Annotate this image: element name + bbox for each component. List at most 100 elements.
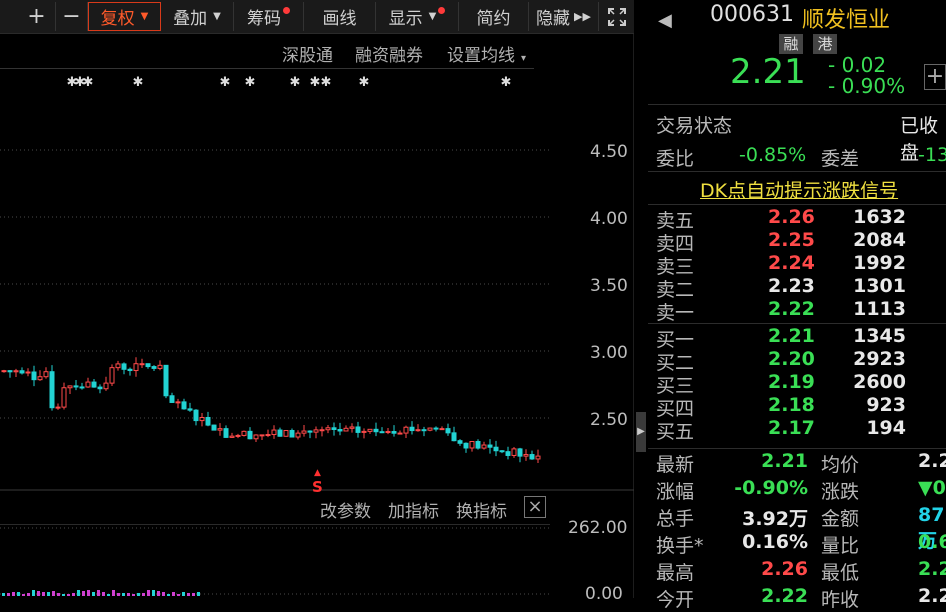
- order-book-row[interactable]: 买二 2.20 2923: [648, 348, 946, 374]
- stat-label: 昨收: [821, 589, 860, 611]
- event-marker-icon[interactable]: ✱: [220, 75, 231, 90]
- candle-body: [67, 385, 73, 389]
- stat-label: 量比: [821, 535, 860, 557]
- kline-chart-area[interactable]: 深股通 融资融券 设置均线 ▾ ✱ ✱ ✱ ✱ ✱ ✱ ✱ ✱ ✱ ✱ ✱ 4.50 4.00 3.5…: [0, 34, 646, 604]
- stat-label: 涨幅: [656, 481, 695, 503]
- add-watchlist-button[interactable]: +: [924, 64, 946, 90]
- stat-label: 涨跌: [821, 481, 860, 503]
- order-level-label: 卖一: [656, 302, 695, 324]
- stat-value: 3.92万: [742, 508, 808, 530]
- stats-table: 最新2.21均价2.2涨幅-0.90%涨跌▼0.0总手3.92万金额875万换手…: [648, 450, 946, 611]
- volume-bar: [192, 593, 195, 596]
- volume-bar: [12, 592, 15, 596]
- add-indicator-button[interactable]: 加指标: [388, 497, 439, 522]
- candle-body: [313, 429, 319, 433]
- volume-bar: [97, 590, 100, 596]
- zoom-out-button[interactable]: −: [56, 2, 88, 31]
- candle-body: [331, 427, 337, 430]
- volume-bar: [147, 590, 150, 596]
- candle-body: [451, 432, 457, 442]
- hk-connect-tag: 港: [813, 34, 837, 54]
- notification-dot-icon: [438, 7, 446, 14]
- candle-body: [259, 434, 265, 437]
- weicha-label: 委差: [821, 148, 860, 170]
- diejia-button[interactable]: 叠加 ▼: [161, 2, 234, 31]
- stat-value: 2.2: [918, 585, 946, 607]
- event-marker-icon[interactable]: ✱: [133, 75, 144, 90]
- zoom-in-button[interactable]: +: [18, 2, 56, 31]
- volume-bar: [142, 593, 145, 596]
- candle-body: [133, 363, 139, 372]
- stat-label: 总手: [656, 508, 695, 530]
- stat-label: 今开: [656, 589, 695, 611]
- volume-bar: [137, 593, 140, 596]
- edit-params-button[interactable]: 改参数: [320, 497, 371, 522]
- diejia-label: 叠加: [173, 9, 208, 29]
- notification-dot-icon: [283, 7, 290, 14]
- order-book-row[interactable]: 买三 2.19 2600: [648, 371, 946, 397]
- event-marker-icon[interactable]: ✱: [321, 75, 332, 90]
- volume-bar: [152, 590, 155, 596]
- volume-bar: [32, 590, 35, 596]
- event-marker-icon[interactable]: ✱: [310, 75, 321, 90]
- event-marker-icon[interactable]: ✱: [290, 75, 301, 90]
- order-book-row[interactable]: 买一 2.21 1345: [648, 325, 946, 351]
- order-price: 2.19: [768, 371, 815, 393]
- volume-bar: [27, 593, 30, 596]
- vol-tick-label: 0.00: [585, 584, 623, 604]
- event-marker-icon[interactable]: ✱: [245, 75, 256, 90]
- candle-body: [169, 395, 175, 403]
- last-price: 2.21: [730, 52, 806, 92]
- price-tick-label: 4.00: [590, 209, 628, 229]
- quote-panel: ◀ 000631 顺发恒业 融 港 2.21 - 0.02 - 0.90% + …: [648, 0, 946, 611]
- order-book-row[interactable]: 卖二 2.23 1301: [648, 275, 946, 301]
- trade-status-label: 交易状态: [656, 115, 733, 137]
- switch-indicator-button[interactable]: 换指标: [456, 497, 507, 522]
- order-book-row[interactable]: 卖四 2.25 2084: [648, 229, 946, 255]
- order-volume: 1113: [853, 298, 906, 320]
- order-book-row[interactable]: 卖一 2.22 1113: [648, 298, 946, 324]
- candle-body: [61, 387, 67, 408]
- event-marker-icon[interactable]: ✱: [359, 75, 370, 90]
- collapse-panel-handle[interactable]: ▶: [636, 412, 646, 452]
- candle-body: [487, 444, 493, 448]
- candle-body: [127, 368, 133, 372]
- order-volume: 2923: [853, 348, 906, 370]
- yincang-button[interactable]: 隐藏 ▶▶: [529, 2, 599, 31]
- order-book-row[interactable]: 买四 2.18 923: [648, 394, 946, 420]
- candle-body: [253, 434, 259, 440]
- huaxian-button[interactable]: 画线: [304, 2, 376, 31]
- dk-signal-link[interactable]: DK点自动提示涨跌信号: [700, 176, 898, 203]
- event-marker-icon[interactable]: ✱: [83, 75, 94, 90]
- candle-body: [31, 371, 37, 381]
- fuquan-button[interactable]: 复权 ▼: [88, 2, 161, 31]
- order-book-row[interactable]: 卖五 2.26 1632: [648, 206, 946, 232]
- candle-body: [379, 431, 385, 434]
- margin-tag: 融: [779, 34, 803, 54]
- chouma-button[interactable]: 筹码: [234, 2, 304, 31]
- event-marker-icon[interactable]: ✱: [501, 75, 512, 90]
- divider: [648, 204, 946, 205]
- stat-label: 最新: [656, 454, 695, 476]
- candle-body: [397, 432, 403, 435]
- order-book-row[interactable]: 买五 2.17 194: [648, 417, 946, 443]
- order-price: 2.21: [768, 325, 815, 347]
- xianshi-button[interactable]: 显示 ▼: [376, 2, 459, 31]
- chevron-right-icon: ▶: [637, 426, 645, 437]
- fullscreen-button[interactable]: [599, 2, 634, 31]
- candle-body: [337, 428, 343, 432]
- divider: [648, 323, 946, 324]
- close-icon[interactable]: ×: [524, 496, 546, 518]
- fuquan-label: 复权: [100, 9, 135, 29]
- candle-body: [211, 424, 217, 431]
- candle-body: [475, 441, 481, 449]
- signal-s-marker[interactable]: ▲ S: [312, 466, 323, 495]
- candle-body: [121, 363, 127, 370]
- volume-bar: [22, 594, 25, 596]
- order-volume: 2600: [853, 371, 906, 393]
- back-arrow-icon[interactable]: ◀: [658, 10, 672, 31]
- candle-body: [277, 429, 283, 437]
- jianyue-button[interactable]: 简约: [459, 2, 529, 31]
- stat-value: 0.16%: [742, 531, 808, 553]
- order-book-row[interactable]: 卖三 2.24 1992: [648, 252, 946, 278]
